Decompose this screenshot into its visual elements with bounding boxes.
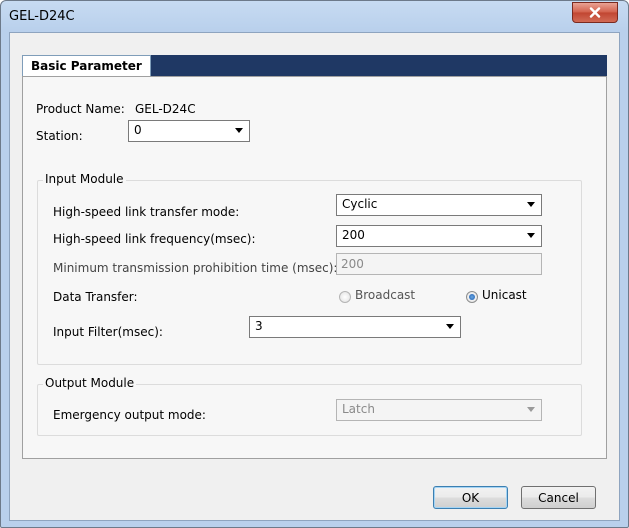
close-icon [589,7,601,18]
close-button[interactable] [572,2,618,23]
title-bar[interactable]: GEL-D24C [1,1,628,31]
input-filter-value: 3 [255,319,263,333]
broadcast-radio[interactable] [339,291,351,303]
tab-basic-parameter[interactable]: Basic Parameter [22,55,151,77]
tab-panel-basic-parameter: Product Name: GEL-D24C Station: 0 Input … [22,76,607,459]
hs-frequency-select[interactable]: 200 [336,225,542,247]
input-filter-label: Input Filter(msec): [53,325,163,339]
dialog-client-area: Basic Parameter Product Name: GEL-D24C S… [9,32,620,521]
cancel-button[interactable]: Cancel [521,486,596,509]
product-name-value: GEL-D24C [135,102,196,116]
min-transmission-input[interactable] [341,257,521,271]
hs-frequency-label: High-speed link frequency(msec): [53,232,256,246]
broadcast-label: Broadcast [355,288,416,302]
emergency-output-value: Latch [342,402,375,416]
chevron-down-icon [235,128,243,133]
hs-mode-label: High-speed link transfer mode: [53,205,240,219]
min-transmission-label: Minimum transmission prohibition time (m… [53,261,338,275]
dialog-window: GEL-D24C Basic Parameter Product Name: G… [0,0,629,528]
station-label: Station: [36,129,83,143]
output-module-title: Output Module [43,376,137,390]
emergency-output-select[interactable]: Latch [336,399,542,421]
chevron-down-icon [446,324,454,329]
station-value: 0 [134,123,142,137]
emergency-output-label: Emergency output mode: [53,408,206,422]
min-transmission-field[interactable] [336,253,542,275]
hs-mode-value: Cyclic [342,197,378,211]
chevron-down-icon [527,233,535,238]
tab-strip: Basic Parameter [22,55,607,77]
input-filter-select[interactable]: 3 [249,316,461,338]
product-name-label: Product Name: [36,102,125,116]
unicast-radio[interactable] [466,291,478,303]
input-module-title: Input Module [43,172,126,186]
hs-frequency-value: 200 [342,228,365,242]
unicast-label: Unicast [482,288,527,302]
chevron-down-icon [527,202,535,207]
chevron-down-icon [527,407,535,412]
hs-mode-select[interactable]: Cyclic [336,194,542,216]
radio-selected-dot [469,294,475,300]
data-transfer-label: Data Transfer: [53,290,138,304]
ok-button[interactable]: OK [433,486,508,509]
station-select[interactable]: 0 [128,120,250,142]
window-title: GEL-D24C [9,9,75,24]
